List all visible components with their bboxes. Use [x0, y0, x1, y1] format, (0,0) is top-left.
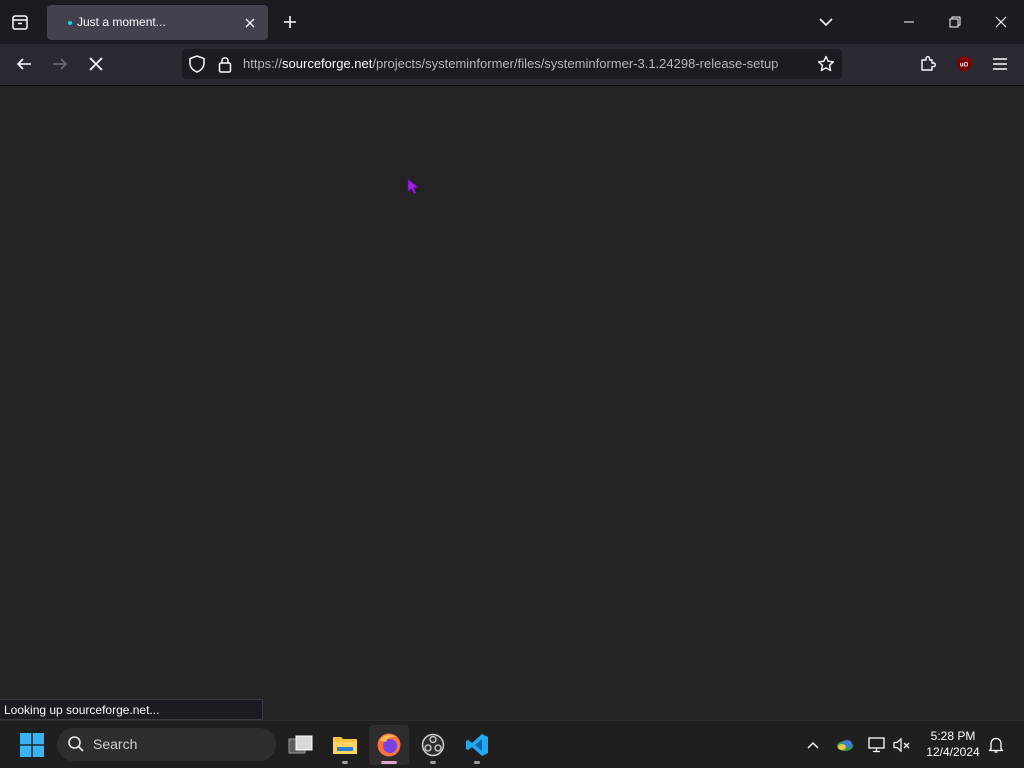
running-indicator: [474, 761, 480, 764]
system-clock[interactable]: 5:28 PM 12/4/2024: [918, 728, 988, 760]
running-indicator: [342, 761, 348, 764]
running-indicator: [430, 761, 436, 764]
clock-date: 12/4/2024: [926, 745, 980, 759]
url-scheme: https://: [243, 56, 283, 71]
url-host: sourceforge.net: [282, 56, 373, 71]
restore-icon: [949, 16, 961, 28]
tab-strip: Just a moment...: [0, 0, 1024, 44]
star-icon: [817, 55, 835, 72]
tab-list-button[interactable]: [6, 8, 34, 36]
window-close-button[interactable]: [986, 8, 1016, 36]
tray-app-button[interactable]: [835, 735, 855, 755]
address-bar[interactable]: https://sourceforge.net/projects/systemi…: [182, 49, 842, 79]
list-all-tabs-button[interactable]: [814, 10, 838, 34]
show-hidden-icons-button[interactable]: [803, 735, 823, 755]
url-text[interactable]: https://sourceforge.net/projects/systemi…: [243, 49, 811, 79]
mouse-cursor-icon: [407, 178, 419, 195]
app-menu-button[interactable]: [986, 50, 1014, 78]
folder-icon: [333, 737, 357, 754]
bell-icon: [988, 737, 1004, 753]
forward-button[interactable]: [46, 50, 74, 78]
notifications-button[interactable]: [986, 735, 1006, 755]
clock-time: 5:28 PM: [930, 729, 976, 743]
url-path: /projects/systeminformer/files/systeminf…: [372, 56, 779, 71]
speaker-muted-icon: [893, 737, 910, 753]
minimize-button[interactable]: [894, 8, 924, 36]
minimize-icon: [904, 21, 914, 23]
task-view-button[interactable]: [281, 725, 321, 765]
close-icon: [245, 18, 255, 28]
vscode-icon: [466, 734, 488, 756]
taskbar-file-explorer[interactable]: [325, 725, 365, 765]
tab-active[interactable]: Just a moment...: [47, 5, 268, 40]
extensions-button[interactable]: [914, 50, 942, 78]
taskbar-vscode[interactable]: [457, 725, 497, 765]
lock-icon: [218, 56, 232, 73]
search-icon: [68, 736, 84, 752]
chevron-down-icon: [819, 18, 833, 27]
restore-button[interactable]: [940, 8, 970, 36]
shield-icon: [189, 55, 205, 73]
close-icon: [995, 16, 1007, 28]
back-button[interactable]: [10, 50, 38, 78]
stop-icon: [89, 57, 103, 71]
stop-button[interactable]: [82, 50, 110, 78]
ublock-origin-button[interactable]: uO: [950, 50, 978, 78]
task-view-icon: [288, 735, 313, 754]
tracking-protection-button[interactable]: [187, 54, 207, 74]
taskbar-search[interactable]: Search: [57, 728, 276, 761]
taskbar-firefox[interactable]: [369, 725, 409, 765]
plus-icon: [284, 16, 296, 28]
search-label: Search: [93, 736, 138, 752]
loading-dot-icon: [68, 21, 72, 25]
site-security-button[interactable]: [215, 54, 235, 74]
network-button[interactable]: [867, 735, 887, 755]
taskbar: Search 5:28 PM 12/4/2024: [0, 720, 1024, 768]
firefox-icon: [377, 733, 401, 757]
tab-list-icon: [12, 15, 28, 30]
status-panel: Looking up sourceforge.net...: [0, 699, 263, 720]
network-icon: [868, 737, 885, 753]
obs-studio-icon: [421, 733, 445, 757]
tab-title: Just a moment...: [77, 15, 166, 29]
windows-logo-icon: [20, 733, 44, 757]
hamburger-menu-icon: [993, 58, 1007, 70]
bookmark-button[interactable]: [816, 54, 836, 74]
back-arrow-icon: [16, 58, 31, 70]
svg-text:uO: uO: [960, 63, 969, 69]
active-indicator: [381, 761, 397, 764]
navigation-toolbar: https://sourceforge.net/projects/systemi…: [0, 44, 1024, 86]
tab-close-button[interactable]: [240, 13, 260, 33]
url-fade: [772, 49, 812, 79]
page-content[interactable]: [0, 86, 1024, 720]
taskbar-obs-studio[interactable]: [413, 725, 453, 765]
cloud-sync-icon: [837, 740, 853, 751]
puzzle-icon: [921, 56, 936, 71]
chevron-up-icon: [807, 742, 819, 749]
new-tab-button[interactable]: [278, 10, 302, 34]
volume-button[interactable]: [892, 735, 912, 755]
forward-arrow-icon: [53, 58, 68, 70]
ublock-origin-icon: uO: [957, 56, 971, 72]
start-button[interactable]: [14, 727, 50, 763]
